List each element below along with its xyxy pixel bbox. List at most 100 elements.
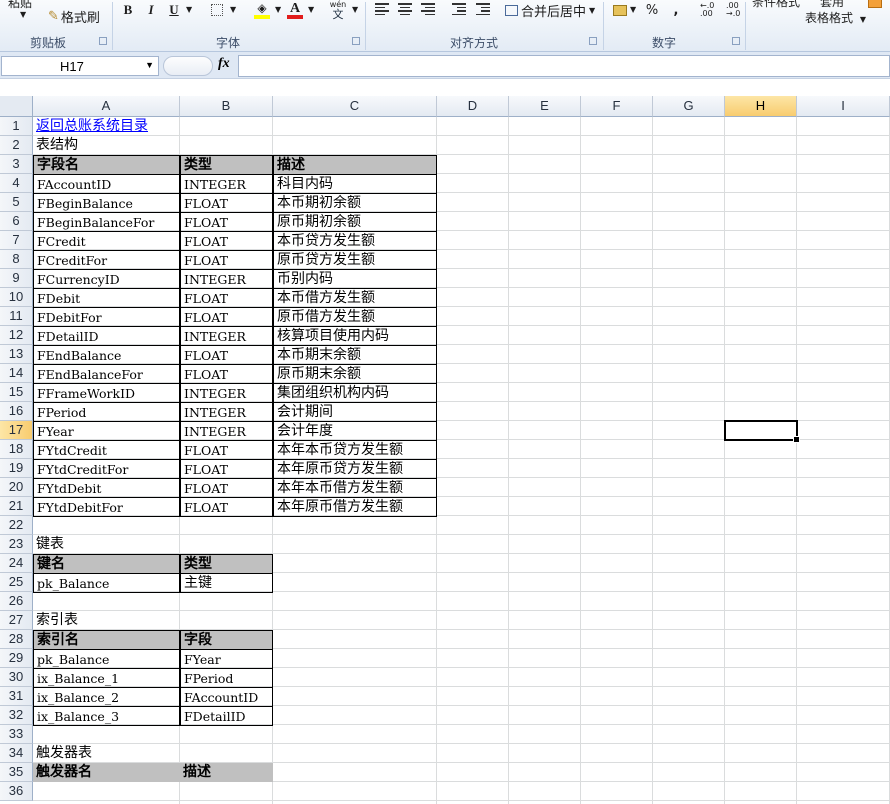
table-cell: 集团组织机构内码 [273,383,437,403]
table-cell: FLOAT [180,478,273,498]
underline-button[interactable]: U [166,0,182,20]
row-header-9[interactable]: 9 [0,269,33,288]
align-left-icon[interactable] [375,3,389,15]
row-header-24[interactable]: 24 [0,554,33,573]
row-header-16[interactable]: 16 [0,402,33,421]
select-all-corner[interactable] [0,96,33,117]
row-header-36[interactable]: 36 [0,782,33,801]
row-header-33[interactable]: 33 [0,725,33,744]
active-cell-selection[interactable] [724,420,800,443]
row-header-25[interactable]: 25 [0,573,33,592]
column-header-g[interactable]: G [653,96,725,117]
group-separator [745,2,746,50]
formula-input[interactable] [238,55,890,77]
row-header-35[interactable]: 35 [0,763,33,782]
row-header-34[interactable]: 34 [0,744,33,763]
name-box-dropdown-icon[interactable]: ▼ [145,60,154,70]
row-header-13[interactable]: 13 [0,345,33,364]
row-header-30[interactable]: 30 [0,668,33,687]
column-header-e[interactable]: E [509,96,581,117]
borders-button[interactable] [208,0,226,20]
row-header-3[interactable]: 3 [0,155,33,174]
row-header-11[interactable]: 11 [0,307,33,326]
increase-indent-icon[interactable] [476,3,490,15]
number-dialog-launcher[interactable] [732,37,740,45]
row-header-4[interactable]: 4 [0,174,33,193]
row-header-15[interactable]: 15 [0,383,33,402]
paste-dropdown-icon[interactable]: ▼ [20,10,26,19]
row-header-18[interactable]: 18 [0,440,33,459]
row-header-14[interactable]: 14 [0,364,33,383]
font-dialog-launcher[interactable] [352,37,360,45]
table-cell: FBeginBalance [33,193,180,213]
italic-button[interactable]: I [143,0,159,20]
fill-color-dropdown-icon[interactable]: ▼ [275,5,281,14]
table-header-cell: 触发器名 [33,763,180,782]
row-header-1[interactable]: 1 [0,117,33,136]
bold-button[interactable]: B [120,0,136,20]
row-header-7[interactable]: 7 [0,231,33,250]
row-header-27[interactable]: 27 [0,611,33,630]
worksheet-grid[interactable]: ABCDEFGHI 1 2 3 4 5 6 7 8 9 10 11 12 13 14 15 16 17 18 19 2… [0,96,890,804]
column-header-f[interactable]: F [581,96,653,117]
row-header-6[interactable]: 6 [0,212,33,231]
row-header-20[interactable]: 20 [0,478,33,497]
row-header-12[interactable]: 12 [0,326,33,345]
row-header-10[interactable]: 10 [0,288,33,307]
comma-button[interactable]: , [670,0,682,20]
column-header-d[interactable]: D [437,96,509,117]
table-cell: FYear [180,649,273,669]
column-header-c[interactable]: C [273,96,437,117]
font-color-dropdown-icon[interactable]: ▼ [308,5,314,14]
column-header-h[interactable]: H [725,96,797,117]
decrease-decimal-icon[interactable]: .00 →.0 [726,2,740,18]
table-cell: FBeginBalanceFor [33,212,180,232]
table-cell: FCreditFor [33,250,180,270]
borders-dropdown-icon[interactable]: ▼ [230,5,236,14]
percent-button[interactable]: % [645,0,659,20]
merge-center-button[interactable]: 合并后居中 ▼ [505,0,595,20]
table-cell: 本年本币借方发生额 [273,478,437,498]
row-header-5[interactable]: 5 [0,193,33,212]
back-to-directory-link[interactable]: 返回总账系统目录 [33,117,180,136]
alignment-dialog-launcher[interactable] [589,37,597,45]
row-header-2[interactable]: 2 [0,136,33,155]
insert-function-icon[interactable]: fx [218,56,230,72]
row-header-31[interactable]: 31 [0,687,33,706]
row-header-8[interactable]: 8 [0,250,33,269]
accounting-dropdown-icon[interactable]: ▼ [630,5,636,14]
row-header-26[interactable]: 26 [0,592,33,611]
format-as-table-button[interactable]: 表格格式 ▼ [805,9,866,26]
conditional-format-button[interactable]: 条件格式 [752,0,800,10]
column-header-i[interactable]: I [797,96,890,117]
align-center-icon[interactable] [398,3,412,15]
table-cell: FDebitFor [33,307,180,327]
name-box[interactable]: H17 ▼ [1,56,159,76]
align-right-icon[interactable] [421,3,435,15]
row-header-22[interactable]: 22 [0,516,33,535]
row-header-28[interactable]: 28 [0,630,33,649]
row-header-29[interactable]: 29 [0,649,33,668]
section-title: 键表 [36,536,64,552]
fill-color-button[interactable]: ◈ [252,0,272,20]
format-painter-button[interactable]: ✎ 格式刷 [48,6,100,26]
accounting-format-button[interactable] [611,0,629,20]
column-header-a[interactable]: A [33,96,180,117]
row-header-17[interactable]: 17 [0,421,33,440]
cell-styles-icon[interactable] [868,0,882,8]
row-header-21[interactable]: 21 [0,497,33,516]
column-header-b[interactable]: B [180,96,273,117]
column-gridline [724,117,725,804]
formula-bar-resize-handle[interactable] [163,56,213,76]
table-cell: FDetailID [180,706,273,726]
phonetic-dropdown-icon[interactable]: ▼ [352,5,358,14]
clipboard-dialog-launcher[interactable] [99,37,107,45]
increase-decimal-icon[interactable]: ←.0.00 [700,2,714,18]
row-header-23[interactable]: 23 [0,535,33,554]
decrease-indent-icon[interactable] [452,3,466,15]
phonetic-button[interactable]: wén 文 [326,0,350,20]
underline-dropdown-icon[interactable]: ▼ [186,5,192,14]
font-color-button[interactable]: A [285,0,305,20]
row-header-32[interactable]: 32 [0,706,33,725]
row-header-19[interactable]: 19 [0,459,33,478]
